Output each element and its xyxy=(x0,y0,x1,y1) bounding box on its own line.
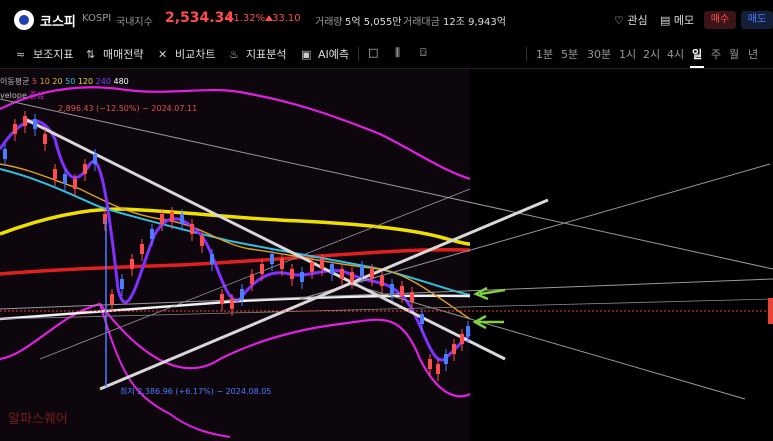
strategy-button[interactable]: ⇅ 매매전략 xyxy=(86,46,143,62)
low-label: 최저 2,386.96 (+6.17%) − 2024.08.05 xyxy=(120,387,272,396)
current-price: 2,534.34 xyxy=(165,10,235,26)
active-timeframe-underline xyxy=(690,66,704,68)
heart-icon: ♡ xyxy=(614,14,624,27)
change-amount: 33.10 xyxy=(272,13,301,24)
indicators-button[interactable]: ≈ 보조지표 xyxy=(16,46,73,62)
candle-icon: ⫼ xyxy=(395,46,401,59)
price-chart[interactable] xyxy=(0,69,773,441)
timeframe-30m[interactable]: 30분 xyxy=(587,46,611,62)
market-label: 국내지수 xyxy=(116,17,153,28)
volume-value: 5억 5,055만 xyxy=(345,17,402,28)
volume-label: 거래량 xyxy=(315,17,343,28)
stock-code: KOSPI xyxy=(82,13,112,24)
indicators-icon: ≈ xyxy=(16,48,26,61)
timeframe-year[interactable]: 년 xyxy=(748,46,758,62)
memo-icon: ▤ xyxy=(660,14,671,27)
change-percent: +1.32% xyxy=(225,13,266,24)
sell-button[interactable]: 매도 xyxy=(741,11,773,29)
screenshot-button[interactable]: ⌼ xyxy=(420,46,437,60)
compare-button[interactable]: ✕ 비교차트 xyxy=(158,46,215,62)
timeframe-4h[interactable]: 4시 xyxy=(667,46,684,62)
price-marker xyxy=(768,298,773,324)
high-label: 2,896.43 (−12.50%) − 2024.07.11 xyxy=(58,104,198,113)
chart-toolbar: ≈ 보조지표 ⇅ 매매전략 ✕ 비교차트 ♨ 지표분석 ▣ AI예측 □ ⫼ ⌼ 1분 5… xyxy=(0,40,773,69)
envelope-legend: velope 중심 xyxy=(0,91,45,100)
timeframe-week[interactable]: 주 xyxy=(711,46,721,62)
watermark: 알파스퀘어 xyxy=(8,412,68,427)
stock-header: 코스피 KOSPI 국내지수 2,534.34 +1.32% 33.10 거래량… xyxy=(0,0,773,40)
favorite-button[interactable]: ♡ 관심 xyxy=(614,12,648,28)
compare-icon: ✕ xyxy=(158,48,168,61)
analysis-button[interactable]: ♨ 지표분석 xyxy=(229,46,286,62)
ma-legend: 이동평균 5 10 20 50 120 240 480 xyxy=(0,77,129,86)
timeframe-5m[interactable]: 5분 xyxy=(561,46,578,62)
green-arrow-lower xyxy=(472,314,504,330)
camera-icon: ⌼ xyxy=(420,46,427,59)
ai-predict-button[interactable]: ▣ AI예측 xyxy=(301,46,349,62)
buy-button[interactable]: 매수 xyxy=(704,11,736,29)
square-icon: □ xyxy=(368,46,379,59)
ai-icon: ▣ xyxy=(301,48,312,61)
strategy-icon: ⇅ xyxy=(86,48,96,61)
kospi-logo-icon xyxy=(14,10,34,30)
memo-button[interactable]: ▤ 메모 xyxy=(660,12,694,28)
candle-type-button[interactable]: ⫼ xyxy=(395,46,412,60)
amount-label: 거래대금 xyxy=(403,17,440,28)
timeframe-1m[interactable]: 1분 xyxy=(536,46,553,62)
amount-value: 12조 9,943억 xyxy=(443,17,506,28)
analysis-icon: ♨ xyxy=(229,48,239,61)
timeframe-1h[interactable]: 1시 xyxy=(619,46,636,62)
timeframe-2h[interactable]: 2시 xyxy=(643,46,660,62)
timeframe-day[interactable]: 일 xyxy=(692,46,702,62)
timeframe-month[interactable]: 월 xyxy=(729,46,739,62)
drawing-rect-button[interactable]: □ xyxy=(368,46,385,59)
stock-title: 코스피 xyxy=(40,15,76,30)
